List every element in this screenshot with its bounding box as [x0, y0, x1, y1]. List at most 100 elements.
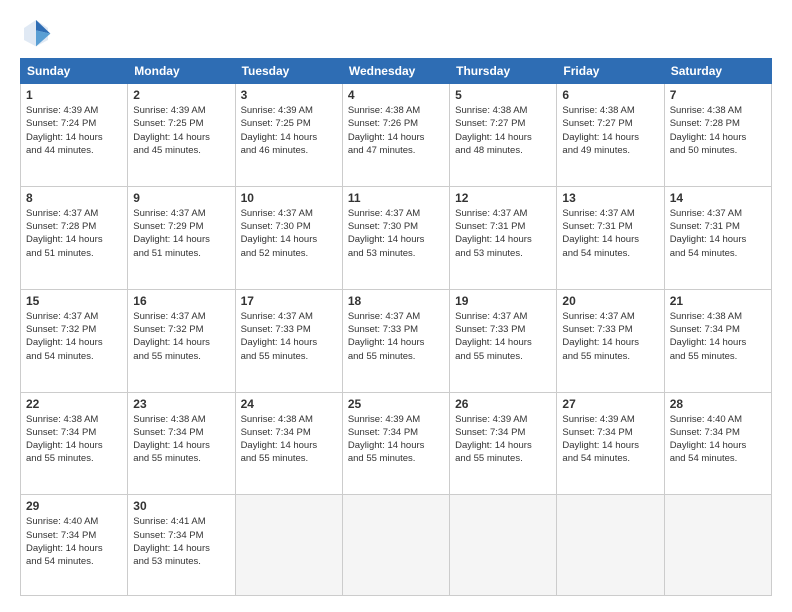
- day-info: Sunrise: 4:38 AMSunset: 7:28 PMDaylight:…: [670, 105, 747, 156]
- calendar-cell: 24 Sunrise: 4:38 AMSunset: 7:34 PMDaylig…: [235, 392, 342, 495]
- calendar-cell: 14 Sunrise: 4:37 AMSunset: 7:31 PMDaylig…: [664, 186, 771, 289]
- day-info: Sunrise: 4:38 AMSunset: 7:34 PMDaylight:…: [241, 414, 318, 465]
- calendar-cell: 30 Sunrise: 4:41 AMSunset: 7:34 PMDaylig…: [128, 495, 235, 596]
- weekday-header-saturday: Saturday: [664, 59, 771, 84]
- day-number: 4: [348, 88, 444, 102]
- day-number: 22: [26, 397, 122, 411]
- weekday-header-tuesday: Tuesday: [235, 59, 342, 84]
- day-number: 27: [562, 397, 658, 411]
- day-info: Sunrise: 4:39 AMSunset: 7:34 PMDaylight:…: [348, 414, 425, 465]
- day-info: Sunrise: 4:37 AMSunset: 7:31 PMDaylight:…: [455, 208, 532, 259]
- day-number: 17: [241, 294, 337, 308]
- day-info: Sunrise: 4:39 AMSunset: 7:25 PMDaylight:…: [133, 105, 210, 156]
- day-info: Sunrise: 4:37 AMSunset: 7:32 PMDaylight:…: [133, 311, 210, 362]
- day-info: Sunrise: 4:37 AMSunset: 7:30 PMDaylight:…: [241, 208, 318, 259]
- calendar-table: SundayMondayTuesdayWednesdayThursdayFrid…: [20, 58, 772, 596]
- day-info: Sunrise: 4:39 AMSunset: 7:34 PMDaylight:…: [455, 414, 532, 465]
- calendar-cell: [342, 495, 449, 596]
- calendar-cell: [557, 495, 664, 596]
- calendar-cell: 10 Sunrise: 4:37 AMSunset: 7:30 PMDaylig…: [235, 186, 342, 289]
- calendar-cell: 28 Sunrise: 4:40 AMSunset: 7:34 PMDaylig…: [664, 392, 771, 495]
- calendar-cell: 18 Sunrise: 4:37 AMSunset: 7:33 PMDaylig…: [342, 289, 449, 392]
- weekday-header-thursday: Thursday: [450, 59, 557, 84]
- calendar-cell: 4 Sunrise: 4:38 AMSunset: 7:26 PMDayligh…: [342, 84, 449, 187]
- day-number: 30: [133, 499, 229, 513]
- day-info: Sunrise: 4:38 AMSunset: 7:34 PMDaylight:…: [26, 414, 103, 465]
- calendar-cell: 2 Sunrise: 4:39 AMSunset: 7:25 PMDayligh…: [128, 84, 235, 187]
- calendar-cell: 15 Sunrise: 4:37 AMSunset: 7:32 PMDaylig…: [21, 289, 128, 392]
- day-number: 7: [670, 88, 766, 102]
- weekday-header-monday: Monday: [128, 59, 235, 84]
- day-number: 10: [241, 191, 337, 205]
- day-info: Sunrise: 4:39 AMSunset: 7:24 PMDaylight:…: [26, 105, 103, 156]
- calendar-cell: [235, 495, 342, 596]
- day-number: 14: [670, 191, 766, 205]
- calendar-cell: 26 Sunrise: 4:39 AMSunset: 7:34 PMDaylig…: [450, 392, 557, 495]
- calendar-cell: 9 Sunrise: 4:37 AMSunset: 7:29 PMDayligh…: [128, 186, 235, 289]
- day-info: Sunrise: 4:38 AMSunset: 7:34 PMDaylight:…: [133, 414, 210, 465]
- day-number: 3: [241, 88, 337, 102]
- calendar-cell: 11 Sunrise: 4:37 AMSunset: 7:30 PMDaylig…: [342, 186, 449, 289]
- day-number: 24: [241, 397, 337, 411]
- day-info: Sunrise: 4:37 AMSunset: 7:32 PMDaylight:…: [26, 311, 103, 362]
- day-number: 12: [455, 191, 551, 205]
- day-info: Sunrise: 4:37 AMSunset: 7:33 PMDaylight:…: [562, 311, 639, 362]
- weekday-header-friday: Friday: [557, 59, 664, 84]
- calendar-cell: 27 Sunrise: 4:39 AMSunset: 7:34 PMDaylig…: [557, 392, 664, 495]
- day-info: Sunrise: 4:40 AMSunset: 7:34 PMDaylight:…: [670, 414, 747, 465]
- calendar-cell: 6 Sunrise: 4:38 AMSunset: 7:27 PMDayligh…: [557, 84, 664, 187]
- day-number: 26: [455, 397, 551, 411]
- calendar-cell: 17 Sunrise: 4:37 AMSunset: 7:33 PMDaylig…: [235, 289, 342, 392]
- day-number: 20: [562, 294, 658, 308]
- day-number: 8: [26, 191, 122, 205]
- day-info: Sunrise: 4:38 AMSunset: 7:34 PMDaylight:…: [670, 311, 747, 362]
- day-number: 2: [133, 88, 229, 102]
- calendar-cell: 25 Sunrise: 4:39 AMSunset: 7:34 PMDaylig…: [342, 392, 449, 495]
- day-number: 19: [455, 294, 551, 308]
- day-number: 29: [26, 499, 122, 513]
- day-number: 23: [133, 397, 229, 411]
- calendar-cell: 23 Sunrise: 4:38 AMSunset: 7:34 PMDaylig…: [128, 392, 235, 495]
- day-info: Sunrise: 4:38 AMSunset: 7:27 PMDaylight:…: [455, 105, 532, 156]
- day-number: 16: [133, 294, 229, 308]
- day-info: Sunrise: 4:39 AMSunset: 7:34 PMDaylight:…: [562, 414, 639, 465]
- day-number: 15: [26, 294, 122, 308]
- day-number: 9: [133, 191, 229, 205]
- weekday-header-wednesday: Wednesday: [342, 59, 449, 84]
- day-number: 28: [670, 397, 766, 411]
- day-info: Sunrise: 4:37 AMSunset: 7:31 PMDaylight:…: [670, 208, 747, 259]
- day-info: Sunrise: 4:41 AMSunset: 7:34 PMDaylight:…: [133, 516, 210, 567]
- day-number: 11: [348, 191, 444, 205]
- day-info: Sunrise: 4:37 AMSunset: 7:33 PMDaylight:…: [348, 311, 425, 362]
- day-number: 13: [562, 191, 658, 205]
- day-info: Sunrise: 4:37 AMSunset: 7:33 PMDaylight:…: [455, 311, 532, 362]
- calendar-cell: 12 Sunrise: 4:37 AMSunset: 7:31 PMDaylig…: [450, 186, 557, 289]
- day-number: 6: [562, 88, 658, 102]
- calendar-cell: 1 Sunrise: 4:39 AMSunset: 7:24 PMDayligh…: [21, 84, 128, 187]
- calendar-cell: 5 Sunrise: 4:38 AMSunset: 7:27 PMDayligh…: [450, 84, 557, 187]
- day-info: Sunrise: 4:37 AMSunset: 7:31 PMDaylight:…: [562, 208, 639, 259]
- calendar-cell: [664, 495, 771, 596]
- calendar-cell: 8 Sunrise: 4:37 AMSunset: 7:28 PMDayligh…: [21, 186, 128, 289]
- day-number: 1: [26, 88, 122, 102]
- logo: [20, 16, 56, 48]
- day-number: 21: [670, 294, 766, 308]
- day-info: Sunrise: 4:38 AMSunset: 7:27 PMDaylight:…: [562, 105, 639, 156]
- calendar-cell: 21 Sunrise: 4:38 AMSunset: 7:34 PMDaylig…: [664, 289, 771, 392]
- day-number: 5: [455, 88, 551, 102]
- calendar-cell: 22 Sunrise: 4:38 AMSunset: 7:34 PMDaylig…: [21, 392, 128, 495]
- weekday-header-sunday: Sunday: [21, 59, 128, 84]
- logo-icon: [20, 16, 52, 48]
- day-info: Sunrise: 4:40 AMSunset: 7:34 PMDaylight:…: [26, 516, 103, 567]
- calendar-cell: 13 Sunrise: 4:37 AMSunset: 7:31 PMDaylig…: [557, 186, 664, 289]
- day-info: Sunrise: 4:37 AMSunset: 7:28 PMDaylight:…: [26, 208, 103, 259]
- calendar-cell: [450, 495, 557, 596]
- day-number: 25: [348, 397, 444, 411]
- calendar-cell: 29 Sunrise: 4:40 AMSunset: 7:34 PMDaylig…: [21, 495, 128, 596]
- calendar-cell: 20 Sunrise: 4:37 AMSunset: 7:33 PMDaylig…: [557, 289, 664, 392]
- calendar-cell: 19 Sunrise: 4:37 AMSunset: 7:33 PMDaylig…: [450, 289, 557, 392]
- day-info: Sunrise: 4:38 AMSunset: 7:26 PMDaylight:…: [348, 105, 425, 156]
- day-info: Sunrise: 4:37 AMSunset: 7:29 PMDaylight:…: [133, 208, 210, 259]
- day-info: Sunrise: 4:37 AMSunset: 7:30 PMDaylight:…: [348, 208, 425, 259]
- calendar-cell: 16 Sunrise: 4:37 AMSunset: 7:32 PMDaylig…: [128, 289, 235, 392]
